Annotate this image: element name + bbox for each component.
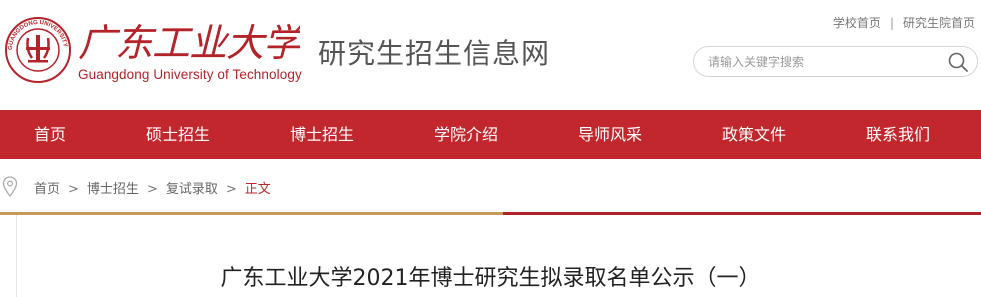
breadcrumb-separator: > [146, 182, 158, 197]
top-links-separator: | [889, 16, 894, 30]
nav-supervisors[interactable]: 导师风采 [578, 110, 642, 159]
site-title: 研究生招生信息网 [318, 37, 551, 70]
breadcrumb-home[interactable]: 首页 [34, 182, 60, 197]
university-english-name: Guangdong University of Technology [78, 67, 302, 82]
breadcrumb-reexam-admission[interactable]: 复试录取 [166, 182, 218, 197]
breadcrumb-current: 正文 [244, 182, 271, 197]
university-seal-logo[interactable]: GUANGDONG UNIVERSITY OF TECHNOLOGY [4, 16, 72, 84]
svg-text:广东工业大学: 广东工业大学 [78, 21, 300, 64]
breadcrumb-separator: > [225, 182, 237, 197]
breadcrumb: 首页 > 博士招生 > 复试录取 > 正文 [0, 172, 981, 202]
site-header: GUANGDONG UNIVERSITY OF TECHNOLOGY 广东工业大… [0, 0, 981, 108]
main-nav: 首页 硕士招生 博士招生 学院介绍 导师风采 政策文件 联系我们 [0, 110, 981, 159]
nav-contact-us[interactable]: 联系我们 [866, 110, 930, 159]
top-links: 学校首页 | 研究生院首页 [833, 14, 975, 31]
breadcrumb-doctoral-admission[interactable]: 博士招生 [87, 182, 139, 197]
search-icon[interactable] [947, 51, 969, 73]
nav-masters-admission[interactable]: 硕士招生 [146, 110, 210, 159]
breadcrumb-separator: > [68, 182, 79, 197]
location-pin-icon [2, 176, 18, 198]
nav-colleges[interactable]: 学院介绍 [434, 110, 498, 159]
search-box [693, 46, 978, 77]
article-title: 广东工业大学2021年博士研究生拟录取名单公示（一） [220, 266, 761, 291]
graduate-school-home-link[interactable]: 研究生院首页 [903, 16, 975, 30]
search-input[interactable] [708, 52, 928, 71]
nav-policies[interactable]: 政策文件 [722, 110, 786, 159]
school-home-link[interactable]: 学校首页 [833, 16, 881, 30]
divider-red [503, 212, 981, 215]
nav-home[interactable]: 首页 [34, 110, 66, 159]
divider-gold [0, 212, 503, 215]
breadcrumb-trail: 首页 > 博士招生 > 复试录取 > 正文 [34, 178, 271, 197]
university-calligraphy-name: 广东工业大学 [78, 21, 300, 64]
nav-doctoral-admission[interactable]: 博士招生 [290, 110, 354, 159]
